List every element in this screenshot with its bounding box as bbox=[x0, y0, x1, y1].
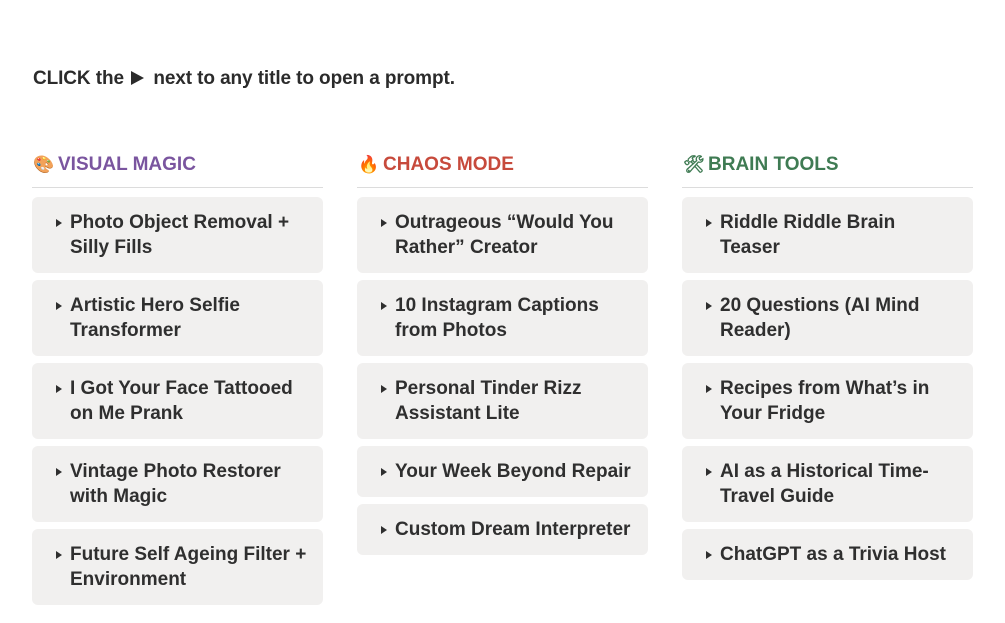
toggle-arrow-icon[interactable] bbox=[706, 551, 712, 559]
toggle-item-title: Artistic Hero Selfie Transformer bbox=[70, 295, 240, 341]
toggle-item[interactable]: ChatGPT as a Trivia Host bbox=[682, 529, 973, 580]
toggle-arrow-icon[interactable] bbox=[706, 219, 712, 227]
toggle-item-title: I Got Your Face Tattooed on Me Prank bbox=[70, 378, 293, 424]
toggle-item-title: Riddle Riddle Brain Teaser bbox=[720, 212, 896, 258]
divider bbox=[682, 187, 973, 188]
column-title: BRAIN TOOLS bbox=[708, 154, 839, 175]
divider bbox=[357, 187, 648, 188]
toggle-arrow-icon[interactable] bbox=[56, 302, 62, 310]
column-header-visual-magic: 🎨 VISUAL MAGIC bbox=[32, 150, 323, 180]
palette-icon: 🎨 bbox=[33, 155, 55, 174]
toggle-item[interactable]: Artistic Hero Selfie Transformer bbox=[32, 280, 323, 356]
toggle-item-title: Recipes from What’s in Your Fridge bbox=[720, 378, 930, 424]
toggle-item-title: ChatGPT as a Trivia Host bbox=[720, 544, 946, 565]
toggle-item-title: AI as a Historical Time-Travel Guide bbox=[720, 461, 929, 507]
column-header-brain-tools: 🛠 BRAIN TOOLS bbox=[682, 150, 973, 180]
column-title: VISUAL MAGIC bbox=[58, 154, 196, 175]
toggle-item-title: Personal Tinder Rizz Assistant Lite bbox=[395, 378, 582, 424]
toggle-item[interactable]: 10 Instagram Captions from Photos bbox=[357, 280, 648, 356]
toggle-item-title: Future Self Ageing Filter + Environment bbox=[70, 544, 307, 590]
toggle-item-title: Outrageous “Would You Rather” Creator bbox=[395, 212, 614, 258]
instruction-text: CLICK the next to any title to open a pr… bbox=[33, 68, 455, 90]
column-visual-magic: 🎨 VISUAL MAGIC Photo Object Removal + Si… bbox=[32, 150, 323, 612]
toggle-item[interactable]: Future Self Ageing Filter + Environment bbox=[32, 529, 323, 605]
toggle-item-title: Your Week Beyond Repair bbox=[395, 461, 631, 482]
toggle-triangle-icon bbox=[131, 71, 145, 85]
toggle-item[interactable]: Outrageous “Would You Rather” Creator bbox=[357, 197, 648, 273]
toggle-item[interactable]: AI as a Historical Time-Travel Guide bbox=[682, 446, 973, 522]
toggle-item[interactable]: 20 Questions (AI Mind Reader) bbox=[682, 280, 973, 356]
toggle-item[interactable]: Custom Dream Interpreter bbox=[357, 504, 648, 555]
toggle-arrow-icon[interactable] bbox=[706, 302, 712, 310]
toggle-item[interactable]: Recipes from What’s in Your Fridge bbox=[682, 363, 973, 439]
divider bbox=[32, 187, 323, 188]
toggle-arrow-icon[interactable] bbox=[381, 385, 387, 393]
column-chaos-mode: 🔥 CHAOS MODE Outrageous “Would You Rathe… bbox=[357, 150, 648, 562]
toggle-arrow-icon[interactable] bbox=[706, 385, 712, 393]
toggle-item[interactable]: Vintage Photo Restorer with Magic bbox=[32, 446, 323, 522]
instruction-after: next to any title to open a prompt. bbox=[153, 68, 455, 89]
toggle-item-title: Custom Dream Interpreter bbox=[395, 519, 631, 540]
column-title: CHAOS MODE bbox=[383, 154, 514, 175]
toggle-item-title: Vintage Photo Restorer with Magic bbox=[70, 461, 281, 507]
toggle-arrow-icon[interactable] bbox=[381, 468, 387, 476]
toggle-item-title: 20 Questions (AI Mind Reader) bbox=[720, 295, 920, 341]
toggle-arrow-icon[interactable] bbox=[381, 526, 387, 534]
instruction-before: CLICK the bbox=[33, 68, 124, 89]
toggle-arrow-icon[interactable] bbox=[706, 468, 712, 476]
toggle-item[interactable]: Your Week Beyond Repair bbox=[357, 446, 648, 497]
toggle-item[interactable]: Riddle Riddle Brain Teaser bbox=[682, 197, 973, 273]
toggle-item[interactable]: Personal Tinder Rizz Assistant Lite bbox=[357, 363, 648, 439]
column-brain-tools: 🛠 BRAIN TOOLS Riddle Riddle Brain Teaser… bbox=[682, 150, 973, 587]
toggle-arrow-icon[interactable] bbox=[56, 468, 62, 476]
toggle-item[interactable]: I Got Your Face Tattooed on Me Prank bbox=[32, 363, 323, 439]
toggle-arrow-icon[interactable] bbox=[56, 219, 62, 227]
toggle-arrow-icon[interactable] bbox=[56, 385, 62, 393]
tools-icon: 🛠 bbox=[683, 155, 705, 174]
toggle-item-title: 10 Instagram Captions from Photos bbox=[395, 295, 599, 341]
fire-icon: 🔥 bbox=[358, 155, 380, 174]
toggle-item-title: Photo Object Removal + Silly Fills bbox=[70, 212, 290, 258]
column-header-chaos-mode: 🔥 CHAOS MODE bbox=[357, 150, 648, 180]
toggle-arrow-icon[interactable] bbox=[381, 302, 387, 310]
toggle-item[interactable]: Photo Object Removal + Silly Fills bbox=[32, 197, 323, 273]
toggle-arrow-icon[interactable] bbox=[56, 551, 62, 559]
toggle-arrow-icon[interactable] bbox=[381, 219, 387, 227]
